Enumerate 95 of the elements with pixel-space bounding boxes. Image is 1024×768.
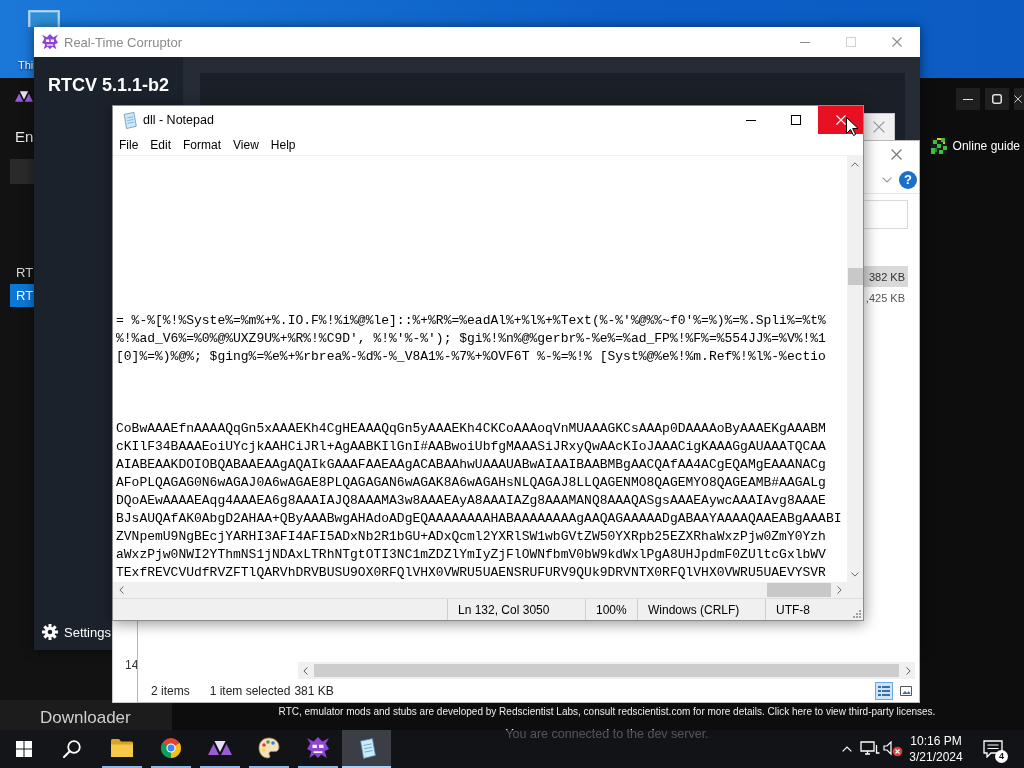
chevron-down-icon [882,177,892,183]
item-text: 14 [125,658,139,672]
notepad-icon [357,737,376,759]
horizontal-scrollbar[interactable] [298,662,915,679]
chevron-up-icon [842,746,852,752]
maximize-icon [992,94,1002,104]
window-title: Real-Time Corruptor [64,34,183,50]
chevron-right-icon [836,586,842,594]
desktop-icon-label[interactable]: Thi [18,59,34,72]
maximize-button[interactable] [985,88,1009,110]
tricolor-circle-icon [160,738,181,758]
chevron-down-icon [851,571,859,577]
footer-text: RTC, emulator mods and stubs are developed by Redscientist Labs, consult redscientist.com for more details. Click here to view third-party licenses. [278,705,936,719]
text-line: aWxzPjw0NWI2YThmNS1jNDAxLTRhNTgtOTI3NC1mZDZlYmIyZjFlOWNfbmV0bW9kdWxlPgA8UHJpdmF0ZUltcGxlbWV [116,546,826,564]
item-count: 2 items [151,683,190,698]
settings-button[interactable]: Settings [42,622,111,642]
folder-icon [110,739,133,757]
resize-grip-icon [853,610,861,618]
app-version: RTCV 5.1.1-b2 [48,74,170,96]
text-line: CoBwAAAEfnAAAAQqGn5xAAAEKh4CgHEAAAQqGn5yAAAEKh4CKCoAAAoqVnMUAAAGKCsAAAp0DAAAAoByAAAEKgAAABM [116,420,826,438]
chevron-up-icon [851,161,859,167]
input-field[interactable] [10,159,34,184]
chevron-left-icon [302,666,308,675]
close-icon [1014,95,1022,103]
clock-button[interactable]: 10:16 PM 3/21/2024 [904,730,968,768]
minimize-icon [963,98,973,100]
menu-item[interactable]: View [227,134,265,155]
vertical-scrollbar[interactable] [847,156,863,582]
horizontal-scrollbar[interactable] [113,582,847,598]
help-button[interactable]: ? [899,171,917,189]
section-label: En [15,128,34,146]
taskbar-app-button[interactable] [342,730,391,768]
monitor-icon[interactable] [28,10,60,27]
menu-item[interactable]: Edit [144,134,178,155]
notepad-icon [121,111,137,129]
scrollbar-thumb[interactable] [767,583,831,597]
network-icon [860,741,880,757]
window-title: dll - Notepad [143,113,215,127]
nav-button[interactable]: Downloader [0,700,172,730]
close-icon [872,121,885,133]
scrollbar-thumb[interactable] [314,664,899,677]
file-row[interactable]: 382 KB [864,266,908,287]
palette-icon [257,737,280,759]
close-button[interactable] [818,106,863,134]
chevron-left-icon [118,586,124,594]
menu-item[interactable]: Help [264,134,302,155]
monster-icon [42,34,58,50]
monster-icon [306,737,329,759]
text-line: = %-%[%!%Syste%=%m%+%.IO.F%!%i%@%le]::%+%R%=%eadAl%+%l%+%Text(%-%'%@%%~f0'%=%)%=%.Spli%=%t% [116,312,826,330]
file-row[interactable]: ,425 KB [864,287,908,308]
zoom-level: 100% [585,599,637,620]
maximize-icon [790,115,801,125]
text-line: AIABEAAKDOIOBQABAAEAAgAQAIkGAAAFAAEAAgACABAAhwUAAAUABwAIAAIBAABMBgAACQAfAA4ACgEQAMgEAAANACg [116,456,826,474]
scrollbar-thumb[interactable] [847,268,863,285]
details-view-button[interactable] [875,681,893,700]
nav-item[interactable]: RT [10,284,34,307]
windows-logo-icon [15,741,32,757]
mouse-pointer-icon [846,117,858,136]
search-field[interactable] [864,199,908,229]
menu-item[interactable]: Format [177,134,228,155]
text-line: BJsAUQAfAK0AbgD2AHAA+QByAAABwgAHAdoADgEQAAAAAAAAHABAAAAAAAAgAAQAGAAAAADgABAAYAAAAQAAEABgAAABI [116,510,842,528]
list-view-icon [878,685,890,696]
pixel-grid-icon [930,138,947,154]
volume-muted-icon [883,741,903,757]
picture-icon [900,685,912,696]
minimize-icon [745,119,756,121]
settings-icon [42,624,58,640]
close-icon [890,148,902,160]
close-icon [892,37,902,47]
chevron-right-icon [905,666,911,675]
text-line: TExfREVCVUdfRVZFTlQARVhDRVBUSU9OX0RFQlVHX0VWRU5UAENSRUFURV9QUk9DRVNTX0RFQlVHX0VWRU5UAEVYSVR [116,564,826,582]
close-icon [835,115,846,125]
speech-bubble-icon [983,740,1003,758]
triangles-icon [15,91,33,102]
notification-badge: 4 [995,750,1008,763]
notification-button[interactable]: 4 [976,730,1010,768]
minimize-icon [800,41,810,43]
maximize-icon [846,37,856,47]
triangles-icon [207,741,232,755]
menu-item[interactable]: File [113,134,145,155]
text-line: ZVNpemU9NgBEcjYARHI3AFI4AFI5ADxNb2R1bGU+ADxQcml2YXRlSW1wbGVtZW50YXRpb25EZXRhaWxzPjw0ZmY0Yzh [116,528,826,546]
text-line: [0]%=%)%@%; $ging%=%e%+%rbrea%-%d%-%_V8A1%-%7%+%OVF6T %-%=%!% [Syst%@%e%!%m.Ref%!%l%-%ectio [116,348,826,366]
nav-item[interactable]: RT [10,261,34,284]
line-ending: Windows (CRLF) [637,599,765,620]
online-guide-button[interactable]: Online guide [930,136,1020,156]
selection-size: 381 KB [294,683,334,698]
close-button[interactable] [1014,88,1024,110]
text-line: cKIlF34BAAAEoiUYcjkAAHCiJRl+AgAABKIlGnI#AABwoiUbfgMAAASiJRxyQwAAcKIoJAAACigKAAAGgAUAAATQCAA [116,438,826,456]
text-line: DQoAEwAAAAEAqg4AAAEA6g8AAAIAJQ8AAAMA3w8AAAEAyA8AAAIAZg8AAAMANQ8AAAQASgsAAAEAywcAAAIAvg8AAAE [116,492,826,510]
encoding: UTF-8 [765,599,847,620]
text-line: %!%ad_V6%=%0%@%UXZ9U%+%R%!%C9D', %!%'%-%'); $gi%!%n%@%gerbr%-%e%=%ad_FP%!%F%=%554JJ%=%V%!%1 [116,330,826,348]
selection-count: 1 item selected [209,683,291,698]
cursor-position: Ln 132, Col 3050 [447,599,585,620]
text-line: AFoPLQAGAG0N6wAGAJ0A6wAGAE8PLQAGAGAN6wAGAK8A6wAGAHsNLQAGAJ8LLQAGENMO8QAGEMYO8QAGEAMB#AAGALg [116,474,826,492]
search-icon [63,740,81,758]
